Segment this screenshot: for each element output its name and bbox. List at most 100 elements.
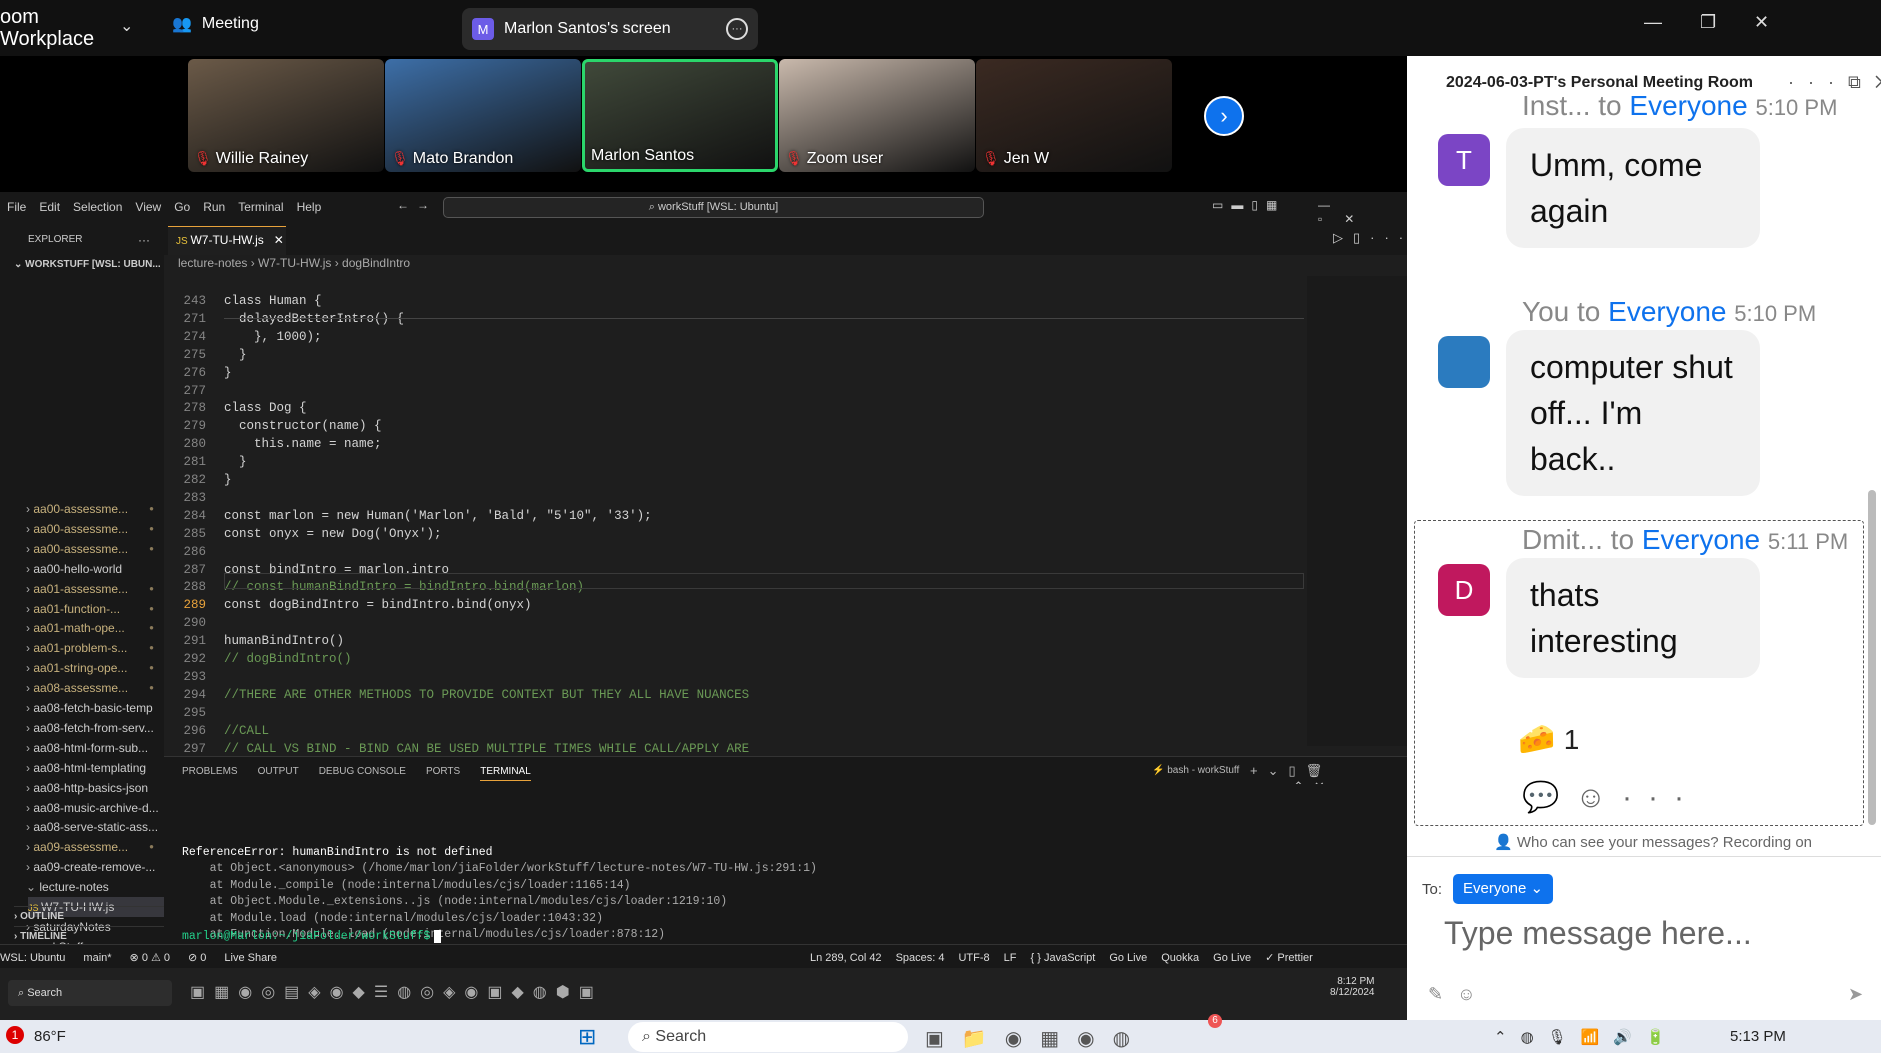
code-line[interactable]: }	[224, 348, 247, 362]
panel-tab[interactable]: PROBLEMS	[182, 766, 238, 777]
avatar[interactable]: T	[1438, 134, 1490, 186]
meeting-menu[interactable]: 👥 Meeting	[172, 14, 259, 34]
status-item[interactable]: main*	[83, 952, 111, 964]
code-line[interactable]: }	[224, 366, 232, 380]
participant-tile[interactable]: 🎙 Willie Rainey	[188, 59, 384, 172]
more-icon[interactable]: ···	[726, 18, 748, 40]
layout-icons[interactable]: ▭▬▯▦	[1212, 198, 1285, 212]
panel-tab[interactable]: TERMINAL	[480, 766, 531, 781]
message-audience[interactable]: Everyone	[1642, 524, 1768, 555]
status-item[interactable]: WSL: Ubuntu	[0, 952, 65, 964]
restore-icon[interactable]: ❐	[1700, 12, 1716, 33]
participant-tile[interactable]: Marlon Santos	[582, 59, 778, 172]
status-item[interactable]: Ln 289, Col 42	[810, 952, 882, 964]
folder-item[interactable]: › aa01-assessme... ●	[26, 579, 164, 599]
forward-icon[interactable]: →	[417, 198, 429, 212]
participant-tile[interactable]: 🎙 Zoom user	[779, 59, 975, 172]
code-line[interactable]: // CALL VS BIND - BIND CAN BE USED MULTI…	[224, 742, 749, 756]
code-line[interactable]: }	[224, 455, 247, 469]
menu-item[interactable]: Go	[174, 200, 190, 214]
folder-item[interactable]: › aa08-fetch-basic-temp	[26, 698, 164, 718]
breadcrumb-item[interactable]: W7-TU-HW.js	[258, 256, 331, 270]
close-icon[interactable]: ✕	[1754, 12, 1769, 33]
outline-section[interactable]: › OUTLINE	[14, 906, 178, 926]
menu-item[interactable]: Selection	[73, 200, 122, 214]
participant-tile[interactable]: 🎙 Mato Brandon	[385, 59, 581, 172]
code-line[interactable]: const marlon = new Human('Marlon', 'Bald…	[224, 509, 652, 523]
folder-item[interactable]: › aa00-hello-world	[26, 559, 164, 579]
status-item[interactable]: Live Share	[224, 952, 277, 964]
menu-item[interactable]: Help	[297, 200, 322, 214]
message-bubble[interactable]: thats interesting	[1506, 558, 1760, 678]
timeline-section[interactable]: › TIMELINE	[14, 926, 178, 946]
more-icon[interactable]: ···	[138, 230, 158, 250]
status-item[interactable]: Spaces: 4	[896, 952, 945, 964]
folder-item[interactable]: › aa08-html-form-sub...	[26, 738, 164, 758]
send-icon[interactable]: ➤	[1848, 984, 1863, 1005]
status-item[interactable]: ✓ Prettier	[1265, 952, 1313, 964]
tab-w7-tu-hw[interactable]: JS W7-TU-HW.js ✕	[168, 226, 286, 255]
code-line[interactable]: class Human {	[224, 294, 322, 308]
code-line[interactable]: humanBindIntro()	[224, 634, 344, 648]
participant-tile[interactable]: 🎙 Jen W	[976, 59, 1172, 172]
format-icons[interactable]: ✎☺	[1428, 984, 1489, 1005]
folder-item[interactable]: › aa01-problem-s... ●	[26, 638, 164, 658]
code-line[interactable]: //THERE ARE OTHER METHODS TO PROVIDE CON…	[224, 688, 749, 702]
menu-item[interactable]: File	[7, 200, 26, 214]
message-bubble[interactable]: Umm, come again	[1506, 128, 1760, 248]
windows-search[interactable]: ⌕ Search	[628, 1022, 908, 1052]
code-line[interactable]: class Dog {	[224, 401, 307, 415]
minimize-icon[interactable]: —	[1644, 12, 1662, 33]
folder-item[interactable]: › aa08-music-archive-d...	[26, 798, 164, 818]
taskbar-apps[interactable]: ▣📁◉▦◉◍	[925, 1026, 1148, 1051]
status-item[interactable]: LF	[1004, 952, 1017, 964]
menu-item[interactable]: View	[135, 200, 161, 214]
code-line[interactable]: //CALL	[224, 724, 269, 738]
panel-tab[interactable]: DEBUG CONSOLE	[319, 766, 406, 777]
terminal-selector[interactable]: ⚡ bash - workStuff	[1152, 765, 1239, 776]
code-line[interactable]: const onyx = new Dog('Onyx');	[224, 527, 442, 541]
folder-item[interactable]: › aa08-http-basics-json	[26, 778, 164, 798]
recipient-dropdown[interactable]: Everyone ⌄	[1453, 874, 1554, 904]
command-center[interactable]: ⌕ workStuff [WSL: Ubuntu]	[443, 197, 984, 218]
message-audience[interactable]: Everyone	[1629, 90, 1755, 121]
message-bubble[interactable]: computer shut off... I'm back..	[1506, 330, 1760, 496]
breadcrumb-item[interactable]: dogBindIntro	[342, 256, 410, 270]
avatar[interactable]: D	[1438, 564, 1490, 616]
menu-item[interactable]: Terminal	[238, 200, 283, 214]
code-line[interactable]: this.name = name;	[224, 437, 382, 451]
menu-item[interactable]: Edit	[39, 200, 60, 214]
status-item[interactable]: Go Live	[1213, 952, 1251, 964]
folder-item[interactable]: › aa01-math-ope... ●	[26, 618, 164, 638]
panel-tab[interactable]: PORTS	[426, 766, 460, 777]
folder-item[interactable]: › aa00-assessme... ●	[26, 499, 164, 519]
start-icon[interactable]: ⊞	[578, 1024, 596, 1050]
message-input[interactable]: Type message here...	[1444, 915, 1864, 959]
back-icon[interactable]: ←	[397, 198, 409, 212]
code-line[interactable]: const dogBindIntro = bindIntro.bind(onyx…	[224, 598, 532, 612]
chat-scrollbar[interactable]	[1868, 490, 1876, 825]
cheese-reaction[interactable]: 🧀 1	[1518, 722, 1579, 757]
message-actions[interactable]: 💬☺···	[1522, 780, 1700, 815]
code-line[interactable]: }, 1000);	[224, 330, 322, 344]
avatar[interactable]	[1438, 336, 1490, 388]
editor-actions[interactable]: ▷▯···	[1333, 230, 1413, 246]
folder-item[interactable]: › aa01-string-ope... ●	[26, 658, 164, 678]
minimap[interactable]	[1307, 276, 1407, 746]
menu-item[interactable]: Run	[203, 200, 225, 214]
close-icon[interactable]: ✕	[274, 233, 284, 247]
folder-item[interactable]: › aa08-serve-static-ass...	[26, 817, 164, 837]
folder-item[interactable]: › aa08-assessme... ●	[26, 678, 164, 698]
folder-item[interactable]: › aa01-function-... ●	[26, 599, 164, 619]
folder-item[interactable]: › aa00-assessme... ●	[26, 519, 164, 539]
remote-search[interactable]: ⌕ Search	[8, 980, 172, 1006]
folder-item[interactable]: › aa08-fetch-from-serv...	[26, 718, 164, 738]
folder-item[interactable]: › aa09-assessme... ●	[26, 837, 164, 857]
workspace-title[interactable]: ⌄ WORKSTUFF [WSL: UBUN...	[14, 255, 178, 275]
status-item[interactable]: UTF-8	[958, 952, 989, 964]
status-item[interactable]: Quokka	[1161, 952, 1199, 964]
folder-item[interactable]: › aa08-html-templating	[26, 758, 164, 778]
weather[interactable]: 86°F	[34, 1028, 66, 1045]
remote-taskbar-apps[interactable]: ▣▦◉◎▤◈◉◆☰◍◎◈◉▣◆◍⬢▣	[190, 982, 603, 1002]
status-item[interactable]: { } JavaScript	[1031, 952, 1096, 964]
